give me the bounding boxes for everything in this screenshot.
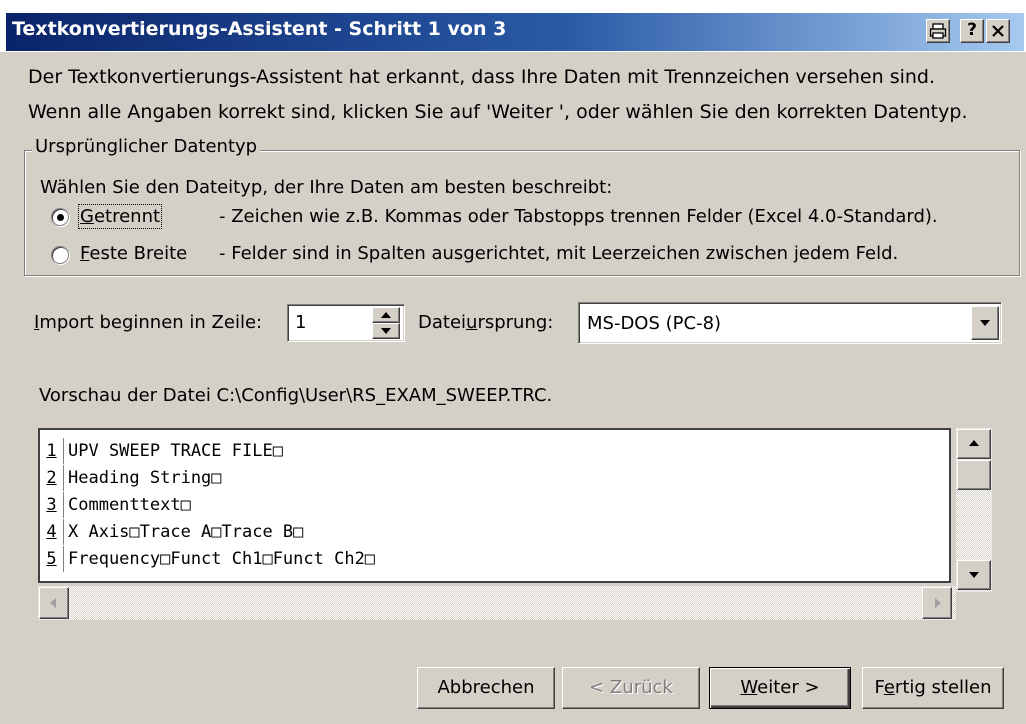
line-number: 4 [40, 519, 64, 545]
finish-button-text-pre: F [874, 677, 884, 698]
file-preview[interactable]: 1 UPV SWEEP TRACE FILE□ 2 Heading String□ … [38, 428, 951, 583]
line-number: 3 [40, 492, 64, 518]
preview-line-3: 3 Commenttext□ [40, 492, 949, 518]
radio-fixed-width-text: este Breite [89, 243, 188, 264]
scroll-up-button[interactable] [957, 429, 991, 459]
line-text: UPV SWEEP TRACE FILE□ [68, 441, 283, 461]
preview-line-1: 1 UPV SWEEP TRACE FILE□ [40, 438, 949, 464]
file-origin-label: Dateiursprung: [418, 312, 553, 333]
scroll-left-button[interactable] [39, 587, 69, 619]
chevron-down-icon [980, 320, 990, 326]
help-button[interactable]: ? [960, 19, 984, 43]
import-row-spinner[interactable]: 1 [287, 304, 405, 342]
line-text: X Axis□Trace A□Trace B□ [68, 522, 304, 542]
line-text: Frequency□Funct Ch1□Funct Ch2□ [68, 549, 376, 569]
radio-fixed-width-label[interactable]: Feste Breite [80, 243, 187, 264]
scroll-right-button[interactable] [922, 587, 952, 619]
mnemonic-w: W [740, 677, 758, 698]
chevron-up-icon [381, 312, 391, 318]
next-button-label: Weiter > [740, 677, 819, 698]
print-icon [929, 23, 947, 39]
chevron-down-icon [969, 572, 979, 578]
line-text: Commenttext□ [68, 495, 191, 515]
origin-label-pre: Datei [418, 312, 467, 333]
file-origin-dropdown-button[interactable] [971, 306, 999, 340]
line-text: Heading String□ [68, 468, 222, 488]
spinner-down-button[interactable] [372, 323, 400, 339]
next-button[interactable]: Weiter > [709, 667, 851, 709]
radio-fixed-width[interactable] [51, 246, 69, 264]
close-button[interactable] [986, 19, 1010, 43]
cancel-button[interactable]: Abbrechen [417, 667, 555, 709]
preview-line-2: 2 Heading String□ [40, 465, 949, 491]
spinner-up-button[interactable] [372, 307, 400, 323]
import-row-input[interactable]: 1 [295, 312, 306, 333]
scroll-down-button[interactable] [957, 560, 991, 590]
mnemonic-g: G [80, 206, 94, 227]
radio-delimited[interactable] [51, 208, 69, 226]
chevron-down-icon [381, 328, 391, 334]
mnemonic-f: F [80, 243, 90, 264]
finish-button-text-post: rtig stellen [894, 677, 992, 698]
radio-fixed-width-description: - Felder sind in Spalten ausgerichtet, m… [219, 243, 899, 264]
preview-line-4: 4X Axis□Trace A□Trace B□ [40, 519, 949, 545]
import-row-label: Import beginnen in Zeile: [34, 312, 262, 333]
line-number: 2 [40, 465, 64, 491]
radio-dot [57, 214, 64, 221]
description-line-1: Der Textkonvertierungs-Assistent hat erk… [28, 66, 936, 88]
radio-delimited-label[interactable]: Getrennt [77, 204, 163, 229]
mnemonic-u: u [466, 312, 478, 333]
mnemonic-e: e [883, 677, 895, 698]
datatype-prompt: Wählen Sie den Dateityp, der Ihre Daten … [40, 177, 613, 198]
description-line-2: Wenn alle Angaben korrekt sind, klicken … [28, 101, 968, 123]
window-title: Textkonvertierungs-Assistent - Schritt 1… [12, 18, 507, 40]
finish-button[interactable]: Fertig stellen [862, 667, 1004, 709]
chevron-left-icon [50, 598, 56, 608]
line-number: 1 [40, 438, 64, 464]
import-row-label-text: mport beginnen in Zeile: [39, 312, 263, 333]
horizontal-scrollbar[interactable] [38, 586, 956, 620]
radio-delimited-text: etrennt [93, 206, 161, 227]
preview-line-5: 5 Frequency□Funct Ch1□Funct Ch2□ [40, 546, 949, 572]
origin-label-post: rsprung: [477, 312, 554, 333]
radio-delimited-description: - Zeichen wie z.B. Kommas oder Tabstopps… [219, 206, 938, 227]
preview-label: Vorschau der Datei C:\Config\User\RS_EXA… [39, 385, 553, 406]
close-icon [992, 25, 1004, 37]
back-button[interactable]: < Zurück [562, 667, 700, 709]
chevron-right-icon [935, 598, 941, 608]
chevron-up-icon [969, 440, 979, 446]
title-bar[interactable]: Textkonvertierungs-Assistent - Schritt 1… [0, 0, 1026, 52]
line-number: 5 [40, 546, 64, 572]
next-button-text: eiter > [757, 677, 820, 698]
datatype-group-legend: Ursprünglicher Datentyp [32, 136, 261, 157]
file-origin-select[interactable]: MS-DOS (PC-8) [578, 302, 1002, 344]
text-import-wizard-dialog: Textkonvertierungs-Assistent - Schritt 1… [0, 0, 1026, 724]
print-button[interactable] [926, 19, 950, 43]
file-origin-value: MS-DOS (PC-8) [587, 313, 722, 334]
vertical-scroll-thumb[interactable] [957, 460, 991, 490]
